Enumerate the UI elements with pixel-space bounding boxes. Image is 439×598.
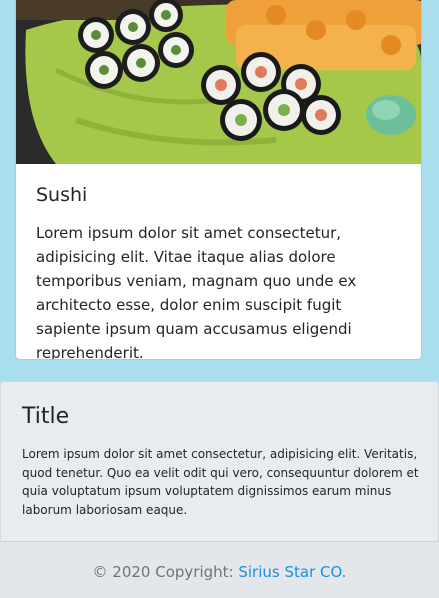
- section-title: Title: [22, 404, 70, 429]
- section-body-text: Lorem ipsum dolor sit amet consectetur, …: [22, 447, 419, 517]
- sushi-image: [16, 0, 421, 164]
- card-title: Sushi: [36, 184, 88, 206]
- info-section: Title Lorem ipsum dolor sit amet consect…: [0, 381, 439, 542]
- footer-copyright: © 2020 Copyright: Sirius Star CO.: [0, 563, 439, 581]
- card-body-text: Lorem ipsum dolor sit amet consectetur, …: [36, 224, 357, 359]
- copyright-text: © 2020 Copyright:: [92, 563, 239, 581]
- company-link[interactable]: Sirius Star CO.: [238, 563, 346, 581]
- footer: © 2020 Copyright: Sirius Star CO.: [0, 541, 439, 598]
- sushi-card: Sushi Lorem ipsum dolor sit amet consect…: [16, 0, 421, 359]
